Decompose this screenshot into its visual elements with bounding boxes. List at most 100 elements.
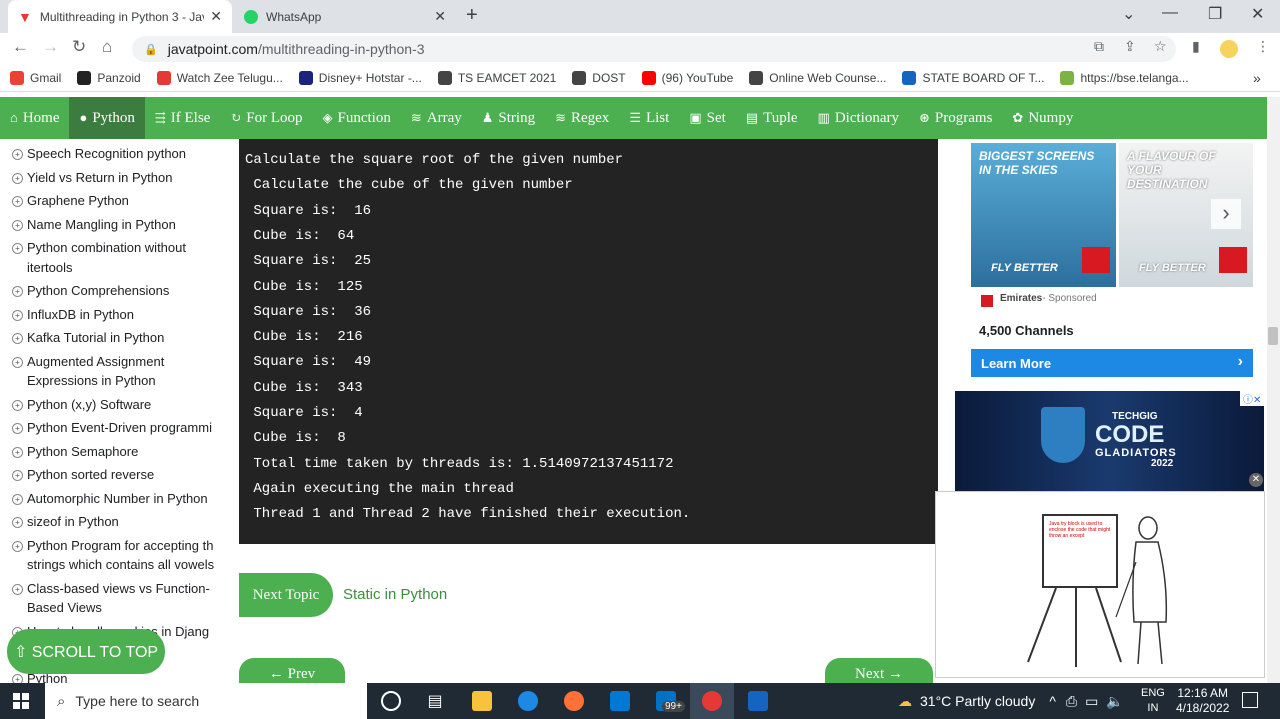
bookmark-star-icon[interactable]: ☆ bbox=[1154, 38, 1167, 55]
page-scrollbar[interactable] bbox=[1267, 97, 1280, 683]
nav-set[interactable]: ▣ Set bbox=[679, 97, 735, 139]
nav-tuple[interactable]: ▤ Tuple bbox=[736, 97, 808, 139]
adchoices-icon[interactable]: ⓘ✕ bbox=[1240, 391, 1265, 406]
bookmark-item[interactable]: https://bse.telanga... bbox=[1060, 71, 1189, 85]
address-bar[interactable]: 🔒 javatpoint.com/multithreading-in-pytho… bbox=[132, 36, 1176, 62]
sidebar-item[interactable]: + Python Comprehensions bbox=[0, 279, 230, 303]
sidebar-item[interactable]: + Automorphic Number in Python bbox=[0, 487, 230, 511]
menu-icon[interactable]: ⋮ bbox=[1256, 38, 1270, 55]
reload-icon[interactable]: ↻ bbox=[72, 37, 86, 57]
close-window-button[interactable]: ✕ bbox=[1251, 4, 1264, 24]
bookmark-item[interactable]: STATE BOARD OF T... bbox=[902, 71, 1044, 85]
nav-for-loop[interactable]: ↻ For Loop bbox=[220, 97, 312, 139]
meet-icon[interactable]: ⎙ bbox=[1066, 693, 1077, 710]
chevron-right-icon[interactable]: › bbox=[1211, 199, 1241, 229]
nav-list[interactable]: ☰ List bbox=[619, 97, 679, 139]
network-icon[interactable]: ▭ bbox=[1085, 693, 1098, 710]
sidebar-item[interactable]: + Kafka Tutorial in Python bbox=[0, 326, 230, 350]
firefox-icon[interactable] bbox=[564, 691, 584, 711]
scrollbar-thumb[interactable] bbox=[1268, 327, 1278, 345]
nav-if-else[interactable]: ⇶ If Else bbox=[145, 97, 220, 139]
nav-regex[interactable]: ≋ Regex bbox=[545, 97, 619, 139]
sidebar-item[interactable]: + Python Event-Driven programmi bbox=[0, 416, 230, 440]
sidebar-item[interactable]: + Python sorted reverse bbox=[0, 463, 230, 487]
bookmark-item[interactable]: (96) YouTube bbox=[641, 71, 733, 85]
windows-start-icon[interactable] bbox=[13, 693, 29, 709]
bookmark-item[interactable]: Gmail bbox=[10, 71, 61, 85]
bookmark-item[interactable]: Panzoid bbox=[77, 71, 141, 85]
share-icon[interactable]: ⇪ bbox=[1124, 38, 1136, 55]
volume-icon[interactable]: 🔈 bbox=[1106, 693, 1123, 710]
sidebar-item[interactable]: + Class-based views vs Function-Based Vie… bbox=[0, 577, 230, 620]
techgig-ad[interactable]: TECHGIG CODE GLADIATORS 2022 bbox=[955, 391, 1264, 491]
learn-more-button[interactable]: Learn More › bbox=[971, 349, 1253, 377]
sidebar-item[interactable]: + sizeof in Python bbox=[0, 510, 230, 534]
nav-string[interactable]: ♟ String bbox=[472, 97, 545, 139]
bookmark-item[interactable]: Online Web Counse... bbox=[749, 71, 886, 85]
expand-icon: + bbox=[12, 583, 23, 595]
next-topic-button[interactable]: Next Topic bbox=[239, 573, 333, 617]
tab-whatsapp[interactable]: WhatsApp ✕ bbox=[234, 0, 456, 33]
sidebar-item[interactable]: + InfluxDB in Python bbox=[0, 303, 230, 327]
bookmark-item[interactable]: TS EAMCET 2021 bbox=[437, 71, 556, 85]
bookmark-item[interactable]: Disney+ Hotstar -... bbox=[298, 71, 422, 85]
emirates-ad[interactable]: BIGGEST SCREENS IN THE SKIES FLY BETTER … bbox=[971, 143, 1253, 377]
ad-headline[interactable]: 4,500 Channels bbox=[979, 323, 1074, 338]
file-explorer-icon[interactable] bbox=[472, 691, 492, 711]
sidebar-item[interactable]: + Python (x,y) Software bbox=[0, 393, 230, 417]
weather-text[interactable]: 31°C Partly cloudy bbox=[920, 693, 1035, 709]
profile-avatar[interactable] bbox=[1220, 40, 1238, 58]
chrome-taskbar-button[interactable] bbox=[690, 683, 734, 719]
minimize-button[interactable]: — bbox=[1162, 4, 1178, 22]
maximize-button[interactable]: ❐ bbox=[1208, 4, 1222, 24]
sidebar-item[interactable]: + Python Semaphore bbox=[0, 440, 230, 464]
scroll-to-top-button[interactable]: ⇧ SCROLL TO TOP bbox=[7, 629, 165, 674]
edge-icon[interactable] bbox=[518, 691, 538, 711]
side-panel-icon[interactable]: ▮ bbox=[1192, 38, 1200, 55]
sidebar-item[interactable]: + Python combination without itertools bbox=[0, 236, 230, 279]
home-icon[interactable]: ⌂ bbox=[102, 37, 112, 57]
forward-icon[interactable]: → bbox=[42, 37, 59, 57]
clock[interactable]: 12:16 AM 4/18/2022 bbox=[1176, 686, 1229, 716]
translate-icon[interactable]: ⧉ bbox=[1094, 38, 1104, 55]
taskbar-search-input[interactable]: ⌕ Type here to search bbox=[45, 683, 367, 719]
sidebar-item[interactable]: + Yield vs Return in Python bbox=[0, 166, 230, 190]
language-indicator[interactable]: ENG IN bbox=[1141, 686, 1165, 716]
notifications-icon[interactable] bbox=[1242, 692, 1258, 708]
sidebar-item[interactable]: + Speech Recognition python bbox=[0, 142, 230, 166]
back-icon[interactable]: ← bbox=[12, 37, 29, 57]
bookmark-item[interactable]: DOST bbox=[572, 71, 626, 85]
photos-icon[interactable] bbox=[748, 691, 768, 711]
close-tab-icon[interactable]: ✕ bbox=[434, 8, 446, 25]
sidebar-item[interactable]: + Python Program for accepting th strings… bbox=[0, 534, 230, 577]
nav-array[interactable]: ≋ Array bbox=[401, 97, 472, 139]
nav-function[interactable]: ◈ Function bbox=[313, 97, 401, 139]
store-icon[interactable] bbox=[610, 691, 630, 711]
floating-ad[interactable]: Java try block is used to enclose the co… bbox=[935, 491, 1265, 678]
close-tab-icon[interactable]: ✕ bbox=[210, 8, 222, 25]
tab-search-icon[interactable]: ⌄ bbox=[1122, 4, 1135, 24]
nav-dictionary[interactable]: ▥ Dictionary bbox=[808, 97, 909, 139]
new-tab-button[interactable]: + bbox=[466, 4, 478, 27]
sidebar-item-label: Python Comprehensions bbox=[27, 283, 170, 298]
nav-python[interactable]: ● Python bbox=[69, 97, 145, 139]
chevron-up-icon[interactable]: ^ bbox=[1049, 693, 1056, 709]
sidebar-item[interactable]: + Augmented Assignment Expressions in Pyt… bbox=[0, 350, 230, 393]
expand-icon: + bbox=[12, 493, 23, 505]
next-topic-link[interactable]: Static in Python bbox=[343, 586, 447, 603]
expand-icon: + bbox=[12, 333, 23, 344]
sidebar-item[interactable]: + Graphene Python bbox=[0, 189, 230, 213]
ad-image-screens[interactable]: BIGGEST SCREENS IN THE SKIES FLY BETTER bbox=[971, 143, 1116, 287]
close-ad-icon[interactable]: ✕ bbox=[1249, 473, 1263, 487]
bookmark-item[interactable]: Watch Zee Telugu... bbox=[156, 71, 283, 85]
tab-active[interactable]: ▼ Multithreading in Python 3 - Java ✕ bbox=[8, 0, 232, 33]
ad-sponsored: - Sponsored bbox=[1042, 293, 1097, 304]
task-view-icon[interactable]: ▤ bbox=[425, 691, 445, 711]
nav-programs[interactable]: ⊛ Programs bbox=[909, 97, 1002, 139]
cortana-icon[interactable] bbox=[381, 691, 401, 711]
bookmarks-overflow-icon[interactable]: » bbox=[1253, 70, 1261, 86]
nav-numpy[interactable]: ✿ Numpy bbox=[1002, 97, 1083, 139]
nav-home[interactable]: ⌂ Home bbox=[0, 97, 69, 139]
weather-icon[interactable]: ☁ bbox=[898, 693, 912, 710]
sidebar-item[interactable]: + Name Mangling in Python bbox=[0, 213, 230, 237]
